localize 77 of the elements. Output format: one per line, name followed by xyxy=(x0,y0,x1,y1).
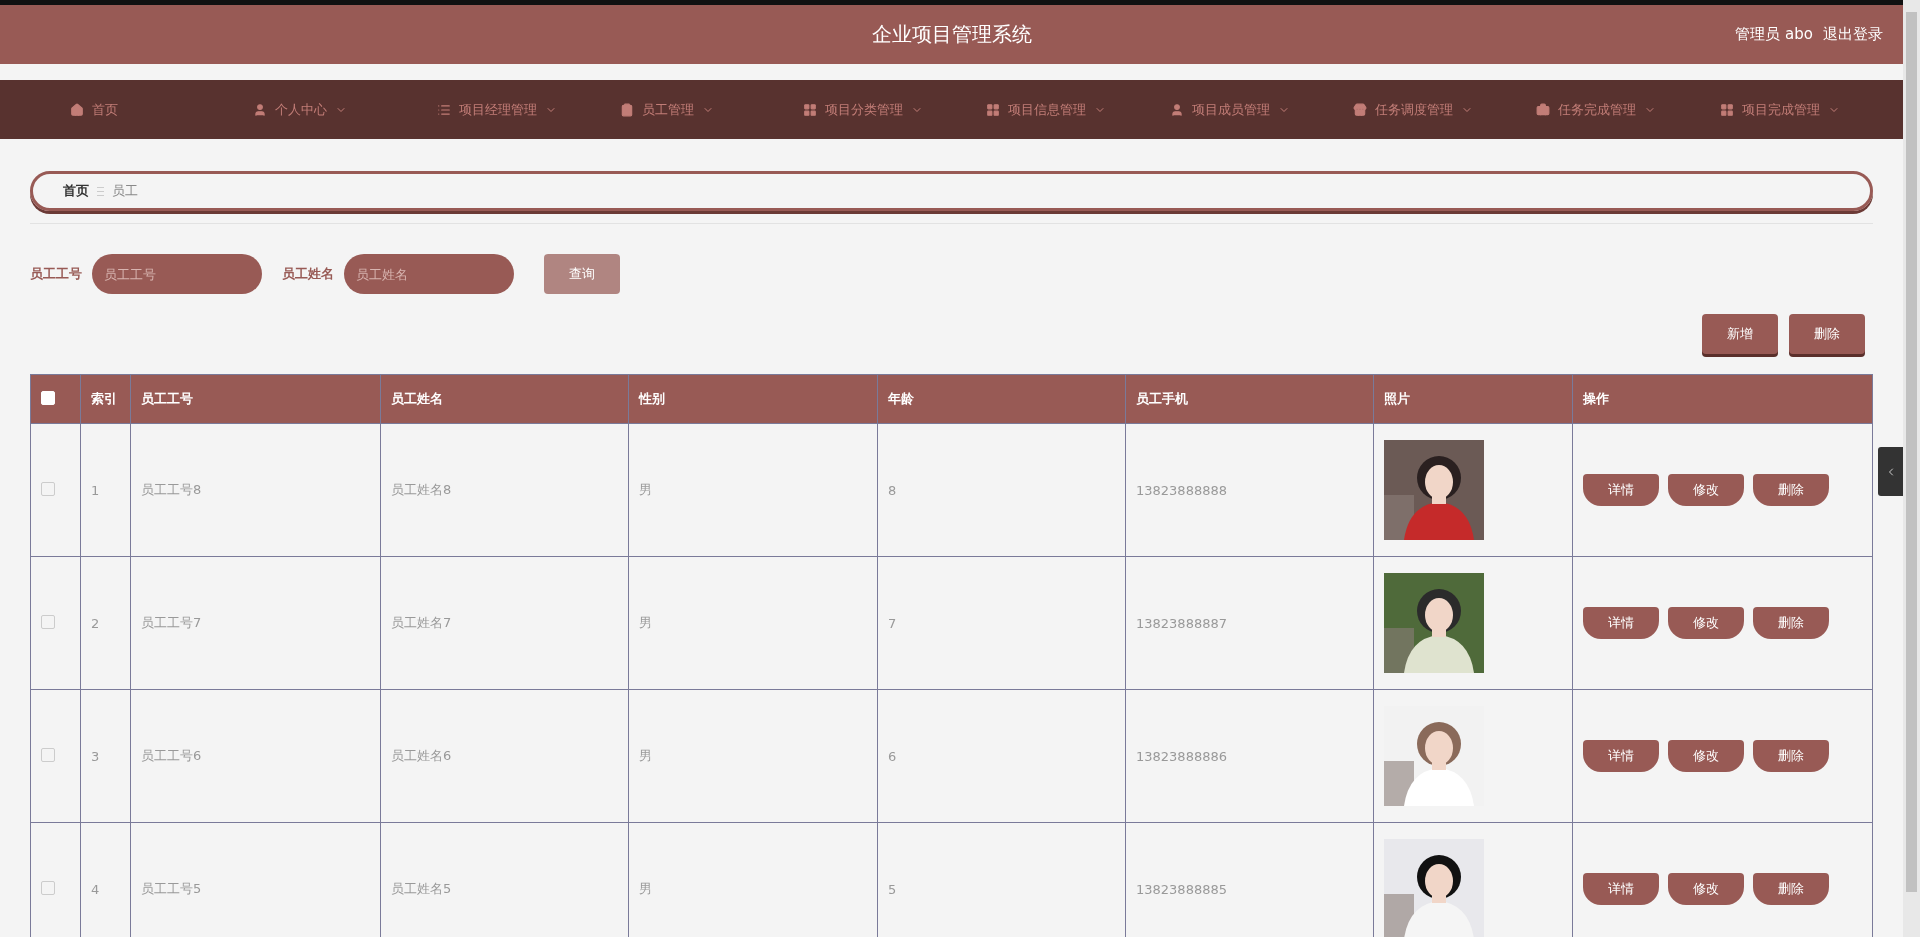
briefcase-icon xyxy=(1536,102,1551,117)
row-action-button[interactable]: 修改 xyxy=(1668,873,1744,905)
filter-field[interactable]: 员工工号 xyxy=(92,254,262,294)
clipboard-icon xyxy=(619,102,634,117)
column-header: 员工工号 xyxy=(130,374,381,424)
user-icon xyxy=(253,102,268,117)
row-action-button[interactable]: 删除 xyxy=(1753,607,1829,639)
table-cell: 男 xyxy=(628,689,878,823)
breadcrumb-link[interactable]: 首页 xyxy=(63,182,89,200)
column-header: 员工姓名 xyxy=(380,374,629,424)
nav-item[interactable]: 项目信息管理 xyxy=(986,100,1170,119)
filter-label: 员工工号 xyxy=(30,265,82,283)
row-checkbox[interactable] xyxy=(41,481,55,496)
row-action-button[interactable]: 详情 xyxy=(1583,474,1659,506)
logout-link[interactable]: 退出登录 xyxy=(1823,25,1883,44)
table-cell: 员工姓名8 xyxy=(380,423,629,557)
table-cell: 13823888887 xyxy=(1125,556,1374,690)
nav-item[interactable]: 个人中心 xyxy=(253,100,437,119)
column-header: 照片 xyxy=(1373,374,1573,424)
table-cell: 男 xyxy=(628,423,878,557)
table-cell: 7 xyxy=(877,556,1126,690)
nav-item[interactable]: 项目完成管理 xyxy=(1719,100,1903,119)
nav-item[interactable]: 项目成员管理 xyxy=(1169,100,1354,119)
app-title: 企业项目管理系统 xyxy=(871,21,1032,48)
table-cell: 员工工号7 xyxy=(130,556,381,690)
table-cell: 员工姓名6 xyxy=(380,689,629,823)
user-name: 管理员 abo xyxy=(1735,25,1813,44)
table-cell: 13823888888 xyxy=(1125,423,1374,557)
row-action-button[interactable]: 修改 xyxy=(1668,607,1744,639)
table-cell: 6 xyxy=(877,689,1126,823)
filter-label: 员工姓名 xyxy=(282,265,334,283)
row-action-button[interactable]: 删除 xyxy=(1753,873,1829,905)
table-cell: 3 xyxy=(80,689,131,823)
table-cell: 2 xyxy=(80,556,131,690)
user-icon xyxy=(1169,102,1184,117)
row-action-button[interactable]: 删除 xyxy=(1753,474,1829,506)
row-action-button[interactable]: 详情 xyxy=(1583,740,1659,772)
table-cell: 13823888886 xyxy=(1125,689,1374,823)
grid-icon xyxy=(986,102,1001,117)
nav-item[interactable]: 项目分类管理 xyxy=(803,100,987,119)
query-button[interactable]: 查询 xyxy=(544,254,620,294)
nav-item[interactable]: 任务调度管理 xyxy=(1353,100,1537,119)
table-cell: 8 xyxy=(877,423,1126,557)
home-icon xyxy=(70,102,84,117)
grid-icon xyxy=(1719,102,1734,117)
nav-item[interactable]: 员工管理 xyxy=(619,100,804,119)
row-action-button[interactable]: 删除 xyxy=(1753,740,1829,772)
row-action-button[interactable]: 修改 xyxy=(1668,474,1744,506)
row-action-button[interactable]: 详情 xyxy=(1583,873,1659,905)
nav-item[interactable]: 首页 xyxy=(70,100,254,119)
table-cell: 员工工号6 xyxy=(130,689,381,823)
grid-icon xyxy=(803,102,818,117)
column-header: 性别 xyxy=(628,374,878,424)
list-icon xyxy=(436,102,451,117)
row-checkbox[interactable] xyxy=(41,747,55,762)
row-action-button[interactable]: 详情 xyxy=(1583,607,1659,639)
select-all-checkbox[interactable] xyxy=(41,390,55,405)
filter-field[interactable]: 员工姓名 xyxy=(344,254,514,294)
row-checkbox[interactable] xyxy=(41,880,55,895)
column-header: 索引 xyxy=(80,374,131,424)
add-button[interactable]: 新增 xyxy=(1702,314,1778,354)
table-cell: 1 xyxy=(80,423,131,557)
delete-button[interactable]: 删除 xyxy=(1789,314,1865,354)
column-header: 年龄 xyxy=(877,374,1126,424)
store-icon xyxy=(1353,102,1368,117)
nav-item[interactable]: 任务完成管理 xyxy=(1536,100,1720,119)
row-checkbox[interactable] xyxy=(41,614,55,629)
breadcrumb-current: 员工 xyxy=(112,182,138,200)
separator-icon xyxy=(97,186,104,196)
table-cell: 员工工号8 xyxy=(130,423,381,557)
row-action-button[interactable]: 修改 xyxy=(1668,740,1744,772)
table-cell: 员工姓名7 xyxy=(380,556,629,690)
column-header: 操作 xyxy=(1572,374,1873,424)
column-header: 员工手机 xyxy=(1125,374,1374,424)
nav-item[interactable]: 项目经理管理 xyxy=(436,100,620,119)
side-panel-toggle[interactable] xyxy=(1878,447,1903,496)
table-cell: 男 xyxy=(628,556,878,690)
